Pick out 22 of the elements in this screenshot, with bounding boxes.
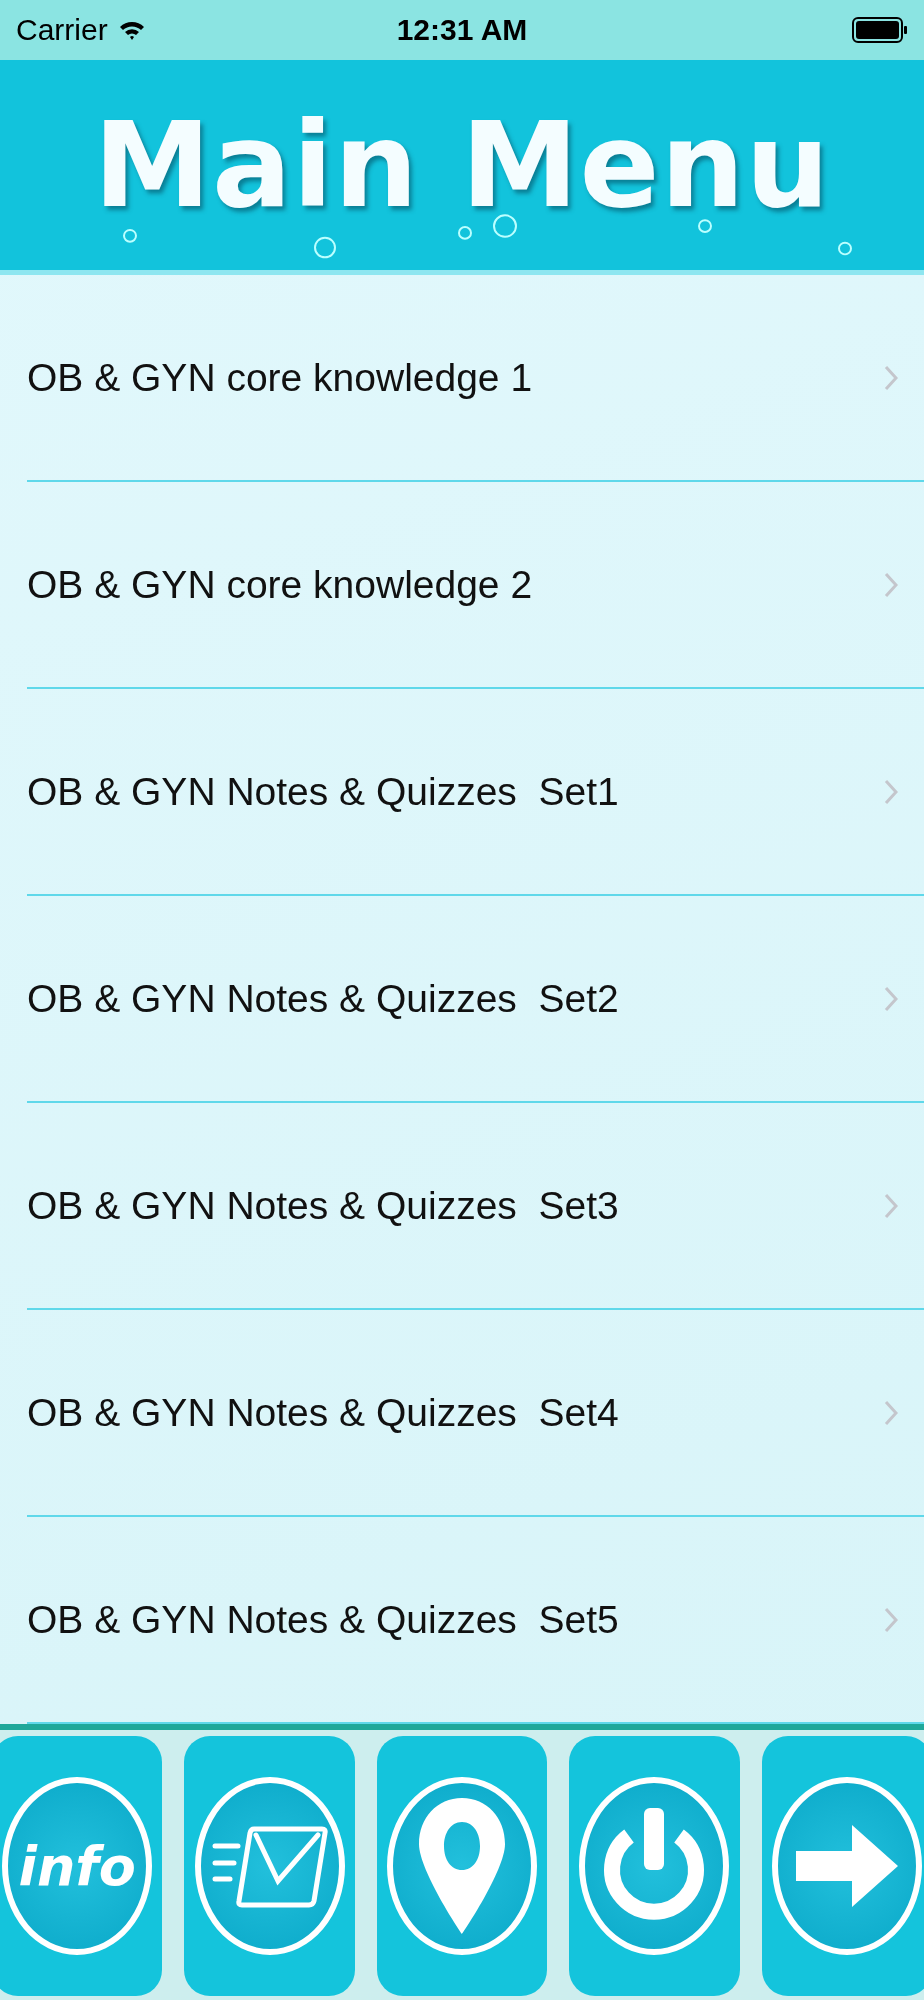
chevron-icon — [884, 1192, 898, 1219]
power-button[interactable] — [569, 1736, 740, 1996]
menu-item[interactable]: OB & GYN Notes & Quizzes Set4 — [27, 1310, 924, 1517]
chevron-icon — [884, 1399, 898, 1426]
pin-button[interactable] — [376, 1736, 548, 1996]
main-menu-title: Main Menu — [93, 96, 831, 234]
menu-item[interactable]: OB & GYN Notes & Quizzes Set1 — [27, 689, 924, 896]
chevron-icon — [884, 985, 898, 1012]
location-pin-icon — [417, 1796, 507, 1936]
arrow-button[interactable] — [761, 1736, 924, 1996]
chevron-icon — [884, 1606, 898, 1633]
chevron-icon — [884, 571, 898, 598]
status-time: 12:31 AM — [396, 13, 528, 47]
carrier-label: Carrier — [16, 13, 108, 47]
menu-item[interactable]: OB & GYN core knowledge 2 — [27, 482, 924, 689]
mail-button[interactable] — [184, 1736, 355, 1996]
menu-item[interactable]: OB & GYN Notes & Quizzes Set3 — [27, 1103, 924, 1310]
chevron-icon — [884, 778, 898, 805]
menu-item[interactable]: OB & GYN Notes & Quizzes Set2 — [27, 896, 924, 1103]
chevron-icon — [884, 364, 898, 391]
battery-icon — [852, 17, 908, 43]
menu-item[interactable]: OB & GYN core knowledge 1 — [27, 275, 924, 482]
